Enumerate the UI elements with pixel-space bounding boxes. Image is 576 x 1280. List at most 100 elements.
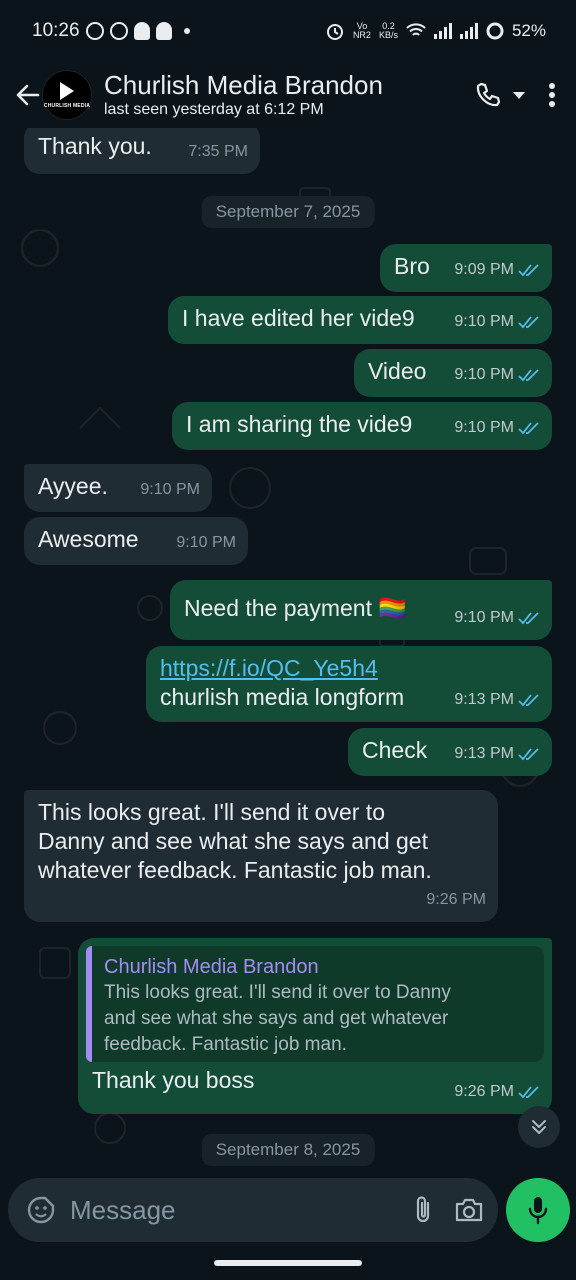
message-line: This looks great. I'll send it over to	[38, 799, 385, 825]
message-meta: 9:13 PM	[454, 685, 540, 714]
whatsapp-notification-icon	[109, 22, 128, 40]
more-notifications-dot-icon	[183, 28, 190, 34]
snapchat-notification-icon	[133, 22, 150, 40]
date-separator: September 7, 2025	[201, 196, 375, 228]
vonr-bottom: NR2	[352, 30, 371, 40]
outgoing-message[interactable]: Bro 9:09 PM	[380, 244, 552, 292]
double-check-icon	[518, 315, 539, 328]
message-meta: 9:26 PM	[454, 1077, 540, 1106]
scroll-down-button[interactable]	[518, 1106, 560, 1148]
message-time: 9:09 PM	[454, 261, 514, 278]
gesture-nav-bar[interactable]	[214, 1260, 362, 1266]
mic-icon	[528, 1197, 548, 1225]
message-time: 9:10 PM	[454, 366, 514, 383]
message-time: 9:10 PM	[454, 313, 514, 330]
message-link[interactable]: https://f.io/QC_Ye5h4	[160, 654, 538, 683]
whatsapp-business-notification-icon	[85, 22, 104, 40]
attach-button[interactable]	[412, 1195, 434, 1225]
battery-icon	[486, 22, 504, 40]
double-check-icon	[518, 368, 539, 381]
quoted-message[interactable]: Churlish Media Brandon This looks great.…	[86, 946, 544, 1062]
phone-icon[interactable]	[474, 81, 502, 109]
message-meta: 9:10 PM	[454, 603, 540, 632]
quoted-line: feedback. Fantastic job man.	[104, 1034, 347, 1055]
message-text: Need the payment 🏳️‍🌈	[184, 595, 407, 621]
message-time: 7:35 PM	[188, 143, 248, 160]
quoted-line: This looks great. I'll send it over to D…	[104, 982, 451, 1003]
message-meta: 9:13 PM	[454, 739, 540, 768]
net-speed-unit: KB/s	[378, 30, 398, 40]
message-text: Ayyee.	[38, 473, 108, 499]
message-line: Danny and see what she says and get	[38, 828, 428, 854]
chat-header: CHURLISH MEDIA Churlish Media Brandon la…	[0, 62, 576, 128]
outgoing-message[interactable]: Check 9:13 PM	[348, 728, 552, 776]
status-right: Vo NR2 0.2 KB/s 52%	[325, 21, 546, 41]
incoming-message[interactable]: Thank you. 7:35 PM	[24, 128, 260, 174]
message-meta: 7:35 PM	[188, 137, 248, 166]
status-bar: 10:26 Vo NR2 0.2 KB/s 52%	[0, 0, 576, 62]
status-left: 10:26	[32, 20, 190, 42]
message-time: 9:10 PM	[140, 481, 200, 498]
quoted-sender: Churlish Media Brandon	[104, 956, 319, 978]
more-vert-icon[interactable]	[548, 82, 556, 108]
attach-icon	[416, 1196, 430, 1223]
message-input[interactable]: Message	[70, 1195, 392, 1226]
last-seen: last seen yesterday at 6:12 PM	[104, 101, 324, 118]
double-check-icon	[518, 693, 539, 706]
message-text: Awesome	[38, 526, 139, 552]
message-text: I am sharing the vide9	[186, 411, 413, 437]
outgoing-message[interactable]: Need the payment 🏳️‍🌈 9:10 PM	[170, 580, 552, 640]
signal-1-icon	[433, 23, 452, 39]
message-field[interactable]: Message	[8, 1178, 498, 1242]
double-check-icon	[518, 747, 539, 760]
header-actions	[474, 81, 556, 109]
message-text: Bro	[394, 253, 430, 279]
message-text: Video	[368, 358, 427, 384]
signal-2-icon	[459, 23, 478, 39]
battery-percent: 52%	[511, 21, 546, 40]
double-check-icon	[518, 1085, 539, 1098]
dropdown-caret-icon[interactable]	[512, 90, 526, 100]
camera-button[interactable]	[454, 1197, 484, 1223]
message-meta: 9:10 PM	[140, 475, 200, 504]
double-check-icon	[518, 611, 539, 624]
camera-icon	[455, 1198, 483, 1222]
message-time: 9:26 PM	[454, 1083, 514, 1100]
contact-info[interactable]: Churlish Media Brandon last seen yesterd…	[104, 70, 474, 120]
message-text: Check	[362, 737, 428, 763]
outgoing-message[interactable]: I am sharing the vide9 9:10 PM	[172, 402, 552, 450]
outgoing-message[interactable]: I have edited her vide9 9:10 PM	[168, 296, 552, 344]
snapchat-notification-icon-2	[155, 22, 172, 40]
outgoing-message[interactable]: https://f.io/QC_Ye5h4 churlish media lon…	[146, 646, 552, 722]
outgoing-message[interactable]: Video 9:10 PM	[354, 349, 552, 397]
net-speed: 0.2 KB/s	[379, 22, 398, 40]
chat-area[interactable]: Thank you. 7:35 PM September 7, 2025 Bro…	[0, 128, 576, 1168]
back-arrow-icon	[16, 84, 40, 106]
message-time: 9:10 PM	[454, 609, 514, 626]
message-meta: 9:09 PM	[454, 255, 540, 284]
message-composer: Message	[0, 1168, 576, 1280]
scroll-down-icon	[532, 1120, 546, 1134]
message-time: 9:26 PM	[426, 891, 486, 908]
status-time: 10:26	[32, 20, 80, 41]
incoming-message[interactable]: Ayyee. 9:10 PM	[24, 464, 212, 512]
wifi-icon	[406, 23, 426, 36]
outgoing-reply-message[interactable]: Churlish Media Brandon This looks great.…	[78, 938, 552, 1114]
avatar-play-logo	[60, 81, 74, 100]
contact-avatar[interactable]: CHURLISH MEDIA	[42, 70, 92, 120]
message-line: whatever feedback. Fantastic job man.	[38, 857, 432, 883]
message-time: 9:10 PM	[454, 419, 514, 436]
emoji-sticker-icon[interactable]	[26, 1195, 56, 1225]
double-check-icon	[518, 263, 539, 276]
contact-name: Churlish Media Brandon	[104, 70, 383, 100]
date-separator: September 8, 2025	[201, 1134, 375, 1166]
incoming-message[interactable]: This looks great. I'll send it over to D…	[24, 790, 498, 922]
incoming-message[interactable]: Awesome 9:10 PM	[24, 517, 248, 565]
avatar-text: CHURLISH MEDIA	[43, 102, 91, 109]
message-meta: 9:10 PM	[454, 360, 540, 389]
voice-record-button[interactable]	[506, 1178, 570, 1242]
message-meta: 9:26 PM	[426, 885, 486, 914]
message-text: Thank you.	[38, 133, 152, 159]
message-meta: 9:10 PM	[176, 528, 236, 557]
quoted-line: and see what she says and get whatever	[104, 1008, 449, 1029]
